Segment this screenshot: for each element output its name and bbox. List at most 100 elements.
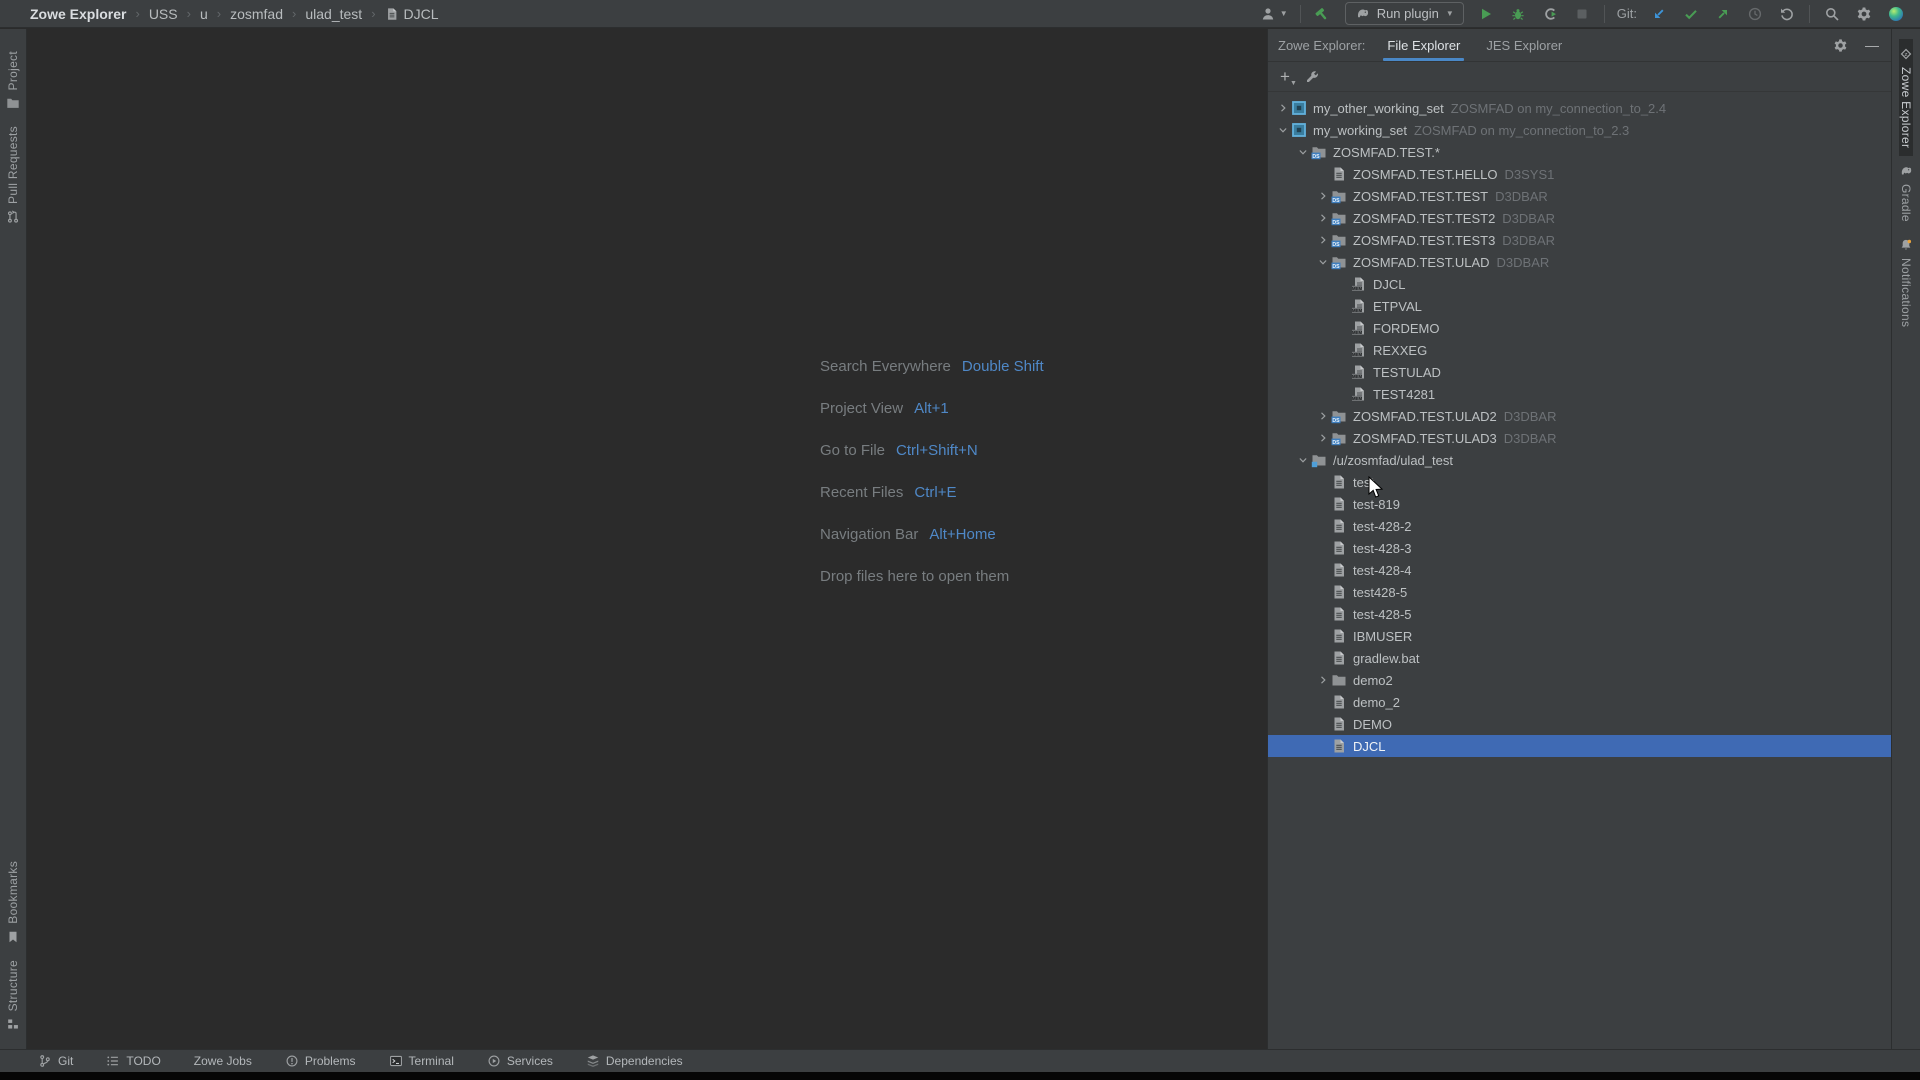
tree-row-my-working-set[interactable]: my_working_setZOSMFAD on my_connection_t… (1268, 119, 1891, 141)
status-bar-item-todo[interactable]: TODO (106, 1054, 160, 1068)
config-wrench-button[interactable] (1304, 69, 1320, 85)
shortcut-action-label: Recent Files (820, 484, 903, 501)
stripe-item-label: Bookmarks (6, 861, 20, 924)
chevron-right-icon[interactable] (1274, 102, 1291, 114)
git-commit-button[interactable] (1681, 4, 1701, 24)
run-button[interactable] (1476, 4, 1496, 24)
chevron-right-icon[interactable] (1314, 432, 1331, 444)
tree-row-demo2[interactable]: demo2 (1268, 669, 1891, 691)
debug-button[interactable] (1508, 4, 1528, 24)
tree-node-secondary-label: D3DBAR (1497, 255, 1550, 270)
add-button[interactable]: +▼ (1280, 68, 1290, 85)
user-menu-button[interactable]: ▼ (1258, 4, 1288, 24)
stripe-item-project[interactable]: Project (6, 43, 20, 118)
tree-row-test[interactable]: test (1268, 471, 1891, 493)
stripe-item-gradle[interactable]: Gradle (1899, 156, 1913, 230)
tree-row-test428-5[interactable]: test428-5 (1268, 581, 1891, 603)
stripe-item-zowe-explorer[interactable]: ZZowe Explorer (1899, 39, 1913, 156)
breadcrumb-item-zosmfad[interactable]: zosmfad (230, 6, 283, 22)
chevron-down-icon[interactable] (1274, 124, 1291, 136)
tree-row-zosmfad-test-test[interactable]: DSZOSMFAD.TEST.TESTD3DBAR (1268, 185, 1891, 207)
tree-row-gradlew-bat[interactable]: gradlew.bat (1268, 647, 1891, 669)
tool-window-minimize-button[interactable]: — (1863, 36, 1881, 54)
tree-row-zosmfad-test-ulad[interactable]: DSZOSMFAD.TEST.ULADD3DBAR (1268, 251, 1891, 273)
run-configuration-select[interactable]: Run plugin ▼ (1345, 2, 1464, 25)
git-update-button[interactable] (1649, 4, 1669, 24)
status-bar-item-git[interactable]: Git (38, 1054, 73, 1068)
tree-row-u-zosmfad-ulad-test[interactable]: /u/zosmfad/ulad_test (1268, 449, 1891, 471)
tree-row-test4281[interactable]: MEMTEST4281 (1268, 383, 1891, 405)
gear-icon (1833, 38, 1848, 53)
tree-row-test-819[interactable]: test-819 (1268, 493, 1891, 515)
tree-node-label: TESTULAD (1373, 365, 1441, 380)
uss-dir-icon (1311, 452, 1327, 468)
coverage-button[interactable] (1540, 4, 1560, 24)
tool-window-title: Zowe Explorer: (1278, 29, 1365, 61)
tree-row-zosmfad-test-ulad3[interactable]: DSZOSMFAD.TEST.ULAD3D3DBAR (1268, 427, 1891, 449)
chevron-right-icon[interactable] (1314, 674, 1331, 686)
tree-row-djcl[interactable]: MEMDJCL (1268, 273, 1891, 295)
status-bar-item-zowe-jobs[interactable]: Zowe Jobs (194, 1054, 252, 1068)
tree-row-zosmfad-test-test3[interactable]: DSZOSMFAD.TEST.TEST3D3DBAR (1268, 229, 1891, 251)
tree-row-demo[interactable]: DEMO (1268, 713, 1891, 735)
stripe-item-structure[interactable]: Structure (0, 952, 26, 1039)
status-bar-item-services[interactable]: Services (487, 1054, 553, 1068)
stripe-item-notifications[interactable]: Notifications (1899, 230, 1913, 335)
status-bar-item-terminal[interactable]: Terminal (389, 1054, 454, 1068)
chevron-down-icon[interactable] (1294, 146, 1311, 158)
tree-row-testulad[interactable]: MEMTESTULAD (1268, 361, 1891, 383)
tree-row-demo-2[interactable]: demo_2 (1268, 691, 1891, 713)
tree-row-my-other-working-set[interactable]: my_other_working_setZOSMFAD on my_connec… (1268, 97, 1891, 119)
file-icon (1331, 540, 1347, 556)
search-everywhere-button[interactable] (1822, 4, 1842, 24)
tree-row-zosmfad-test-hello[interactable]: ZOSMFAD.TEST.HELLOD3SYS1 (1268, 163, 1891, 185)
tree-row-ibmuser[interactable]: IBMUSER (1268, 625, 1891, 647)
svg-text:MEM: MEM (1352, 396, 1363, 401)
tab-jes-explorer[interactable]: JES Explorer (1486, 29, 1562, 61)
chevron-right-icon[interactable] (1314, 190, 1331, 202)
chevron-right-icon[interactable] (1314, 212, 1331, 224)
tree-row-zosmfad-test-ulad2[interactable]: DSZOSMFAD.TEST.ULAD2D3DBAR (1268, 405, 1891, 427)
shortcut-action-label: Go to File (820, 442, 885, 459)
breadcrumb-item-zowe-explorer[interactable]: Zowe Explorer (30, 6, 126, 22)
main-toolbar: Zowe Explorer›USS›u›zosmfad›ulad_test›DJ… (0, 0, 1920, 28)
tree-node-label: ZOSMFAD.TEST.ULAD2 (1353, 409, 1497, 424)
chevron-right-icon[interactable] (1314, 234, 1331, 246)
tab-file-explorer[interactable]: File Explorer (1387, 29, 1460, 61)
tree-node-label: DJCL (1373, 277, 1406, 292)
chevron-down-icon[interactable] (1294, 454, 1311, 466)
git-rollback-button[interactable] (1777, 4, 1797, 24)
terminal-icon (389, 1054, 403, 1068)
stripe-item-bookmarks[interactable]: Bookmarks (0, 853, 26, 952)
tree-row-zosmfad-test[interactable]: DSZOSMFAD.TEST.* (1268, 141, 1891, 163)
tree-row-zosmfad-test-test2[interactable]: DSZOSMFAD.TEST.TEST2D3DBAR (1268, 207, 1891, 229)
breadcrumb-item-djcl[interactable]: DJCL (385, 6, 439, 22)
tree-row-test-428-2[interactable]: test-428-2 (1268, 515, 1891, 537)
status-bar-item-dependencies[interactable]: Dependencies (586, 1054, 683, 1068)
svg-text:Z: Z (1905, 52, 1908, 58)
tree-row-test-428-4[interactable]: test-428-4 (1268, 559, 1891, 581)
tree-row-etpval[interactable]: MEMETPVAL (1268, 295, 1891, 317)
stop-button[interactable] (1572, 4, 1592, 24)
tree-row-fordemo[interactable]: MEMFORDEMO (1268, 317, 1891, 339)
git-push-button[interactable] (1713, 4, 1733, 24)
settings-button[interactable] (1854, 4, 1874, 24)
breadcrumb-item-uss[interactable]: USS (149, 6, 178, 22)
status-bar-item-problems[interactable]: Problems (285, 1054, 356, 1068)
gradle-icon (1355, 6, 1370, 21)
build-button[interactable] (1313, 4, 1333, 24)
tree-row-rexxeg[interactable]: MEMREXXEG (1268, 339, 1891, 361)
chevron-down-icon: ▼ (1290, 80, 1297, 87)
stripe-item-pull-requests[interactable]: Pull Requests (6, 118, 20, 232)
tool-window-settings-button[interactable] (1831, 36, 1849, 54)
breadcrumb-item-u[interactable]: u (200, 6, 208, 22)
chevron-down-icon[interactable] (1314, 256, 1331, 268)
breadcrumb-item-ulad-test[interactable]: ulad_test (305, 6, 362, 22)
tree-row-test-428-3[interactable]: test-428-3 (1268, 537, 1891, 559)
shortcut-action-label: Drop files here to open them (820, 568, 1009, 585)
tree-row-djcl[interactable]: DJCL (1268, 735, 1891, 757)
profile-sphere-button[interactable] (1886, 4, 1906, 24)
chevron-right-icon[interactable] (1314, 410, 1331, 422)
git-history-button[interactable] (1745, 4, 1765, 24)
tree-row-test-428-5[interactable]: test-428-5 (1268, 603, 1891, 625)
